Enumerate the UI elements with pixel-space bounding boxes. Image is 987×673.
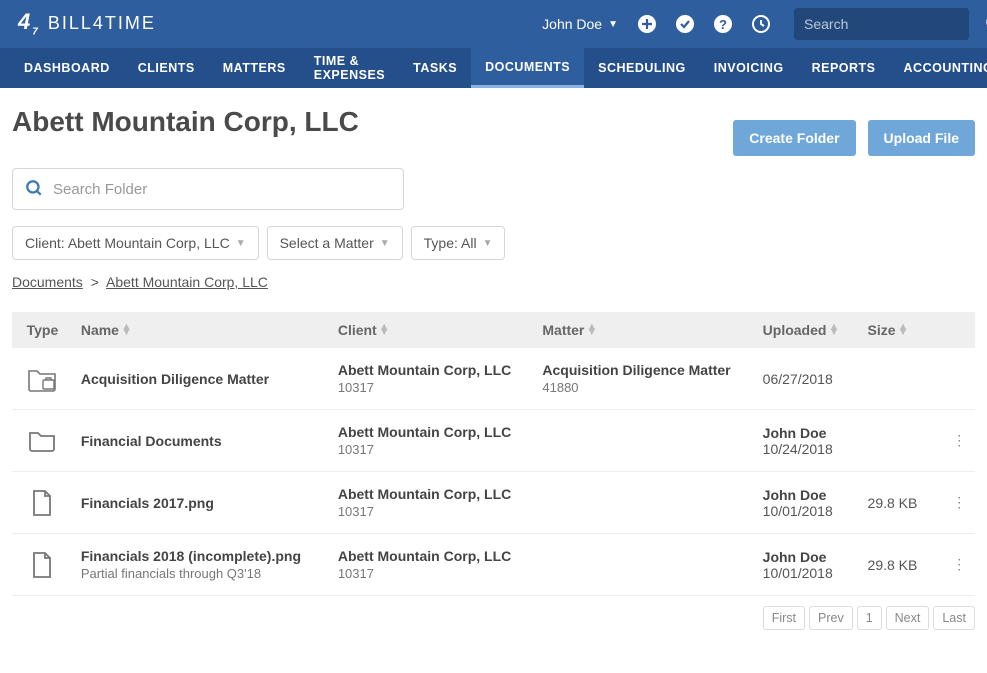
row-uploaded: 06/27/2018 xyxy=(755,348,860,410)
row-menu-icon xyxy=(943,348,975,410)
nav-accounting[interactable]: ACCOUNTING xyxy=(890,48,987,88)
top-bar: 47 BILL4TIME John Doe ▼ ? xyxy=(0,0,987,48)
documents-table: Type Name▲▼ Client▲▼ Matter▲▼ Uploaded▲▼… xyxy=(12,312,975,596)
nav-tasks[interactable]: TASKS xyxy=(399,48,471,88)
row-uploaded: John Doe10/01/2018 xyxy=(755,472,860,534)
check-icon[interactable] xyxy=(674,13,696,35)
sort-icon: ▲▼ xyxy=(898,325,909,336)
caret-down-icon: ▼ xyxy=(236,238,246,249)
row-size: 29.8 KB xyxy=(860,534,944,596)
nav-documents[interactable]: DOCUMENTS xyxy=(471,48,584,88)
col-matter[interactable]: Matter▲▼ xyxy=(534,312,754,348)
caret-down-icon: ▼ xyxy=(380,238,390,249)
col-uploaded[interactable]: Uploaded▲▼ xyxy=(755,312,860,348)
col-size[interactable]: Size▲▼ xyxy=(860,312,944,348)
user-menu[interactable]: John Doe ▼ xyxy=(542,16,618,32)
row-name[interactable]: Financials 2018 (incomplete).pngPartial … xyxy=(73,534,330,596)
top-icons: ? xyxy=(636,13,772,35)
nav-scheduling[interactable]: SCHEDULING xyxy=(584,48,700,88)
global-search-input[interactable] xyxy=(804,16,985,32)
add-icon[interactable] xyxy=(636,13,658,35)
filter-type[interactable]: Type: All ▼ xyxy=(411,226,506,260)
filter-client[interactable]: Client: Abett Mountain Corp, LLC ▼ xyxy=(12,226,259,260)
page-first[interactable]: First xyxy=(763,606,805,630)
row-name[interactable]: Financials 2017.png xyxy=(73,472,330,534)
file-icon xyxy=(12,534,73,596)
row-client: Abett Mountain Corp, LLC10317 xyxy=(330,534,535,596)
nav-time-expenses[interactable]: TIME & EXPENSES xyxy=(300,48,399,88)
caret-down-icon: ▼ xyxy=(483,238,493,249)
breadcrumb-current[interactable]: Abett Mountain Corp, LLC xyxy=(106,274,268,290)
table-row[interactable]: Acquisition Diligence MatterAbett Mounta… xyxy=(12,348,975,410)
pagination: First Prev 1 Next Last xyxy=(12,606,975,630)
table-row[interactable]: Financials 2018 (incomplete).pngPartial … xyxy=(12,534,975,596)
row-matter xyxy=(534,472,754,534)
logo[interactable]: 47 BILL4TIME xyxy=(18,10,156,38)
folder-search-input[interactable] xyxy=(53,181,391,198)
page-next[interactable]: Next xyxy=(886,606,930,630)
row-menu-icon[interactable]: ⋮ xyxy=(943,410,975,472)
page-last[interactable]: Last xyxy=(933,606,975,630)
table-row[interactable]: Financial DocumentsAbett Mountain Corp, … xyxy=(12,410,975,472)
search-icon xyxy=(25,179,43,200)
breadcrumb-root[interactable]: Documents xyxy=(12,274,83,290)
row-name[interactable]: Financial Documents xyxy=(73,410,330,472)
row-size: 29.8 KB xyxy=(860,472,944,534)
row-client: Abett Mountain Corp, LLC10317 xyxy=(330,348,535,410)
sort-icon: ▲▼ xyxy=(586,325,597,336)
logo-glyph: 47 xyxy=(18,9,40,37)
sort-icon: ▲▼ xyxy=(828,325,839,336)
row-matter xyxy=(534,410,754,472)
main-nav: DASHBOARDCLIENTSMATTERSTIME & EXPENSESTA… xyxy=(0,48,987,88)
clock-icon[interactable] xyxy=(750,13,772,35)
row-name[interactable]: Acquisition Diligence Matter xyxy=(73,348,330,410)
page-prev[interactable]: Prev xyxy=(809,606,853,630)
folder-icon xyxy=(12,410,73,472)
row-uploaded: John Doe10/01/2018 xyxy=(755,534,860,596)
row-client: Abett Mountain Corp, LLC10317 xyxy=(330,410,535,472)
page-title: Abett Mountain Corp, LLC xyxy=(12,106,359,138)
caret-down-icon: ▼ xyxy=(608,19,618,30)
file-icon xyxy=(12,472,73,534)
nav-invoicing[interactable]: INVOICING xyxy=(700,48,798,88)
page-number[interactable]: 1 xyxy=(857,606,882,630)
col-client[interactable]: Client▲▼ xyxy=(330,312,535,348)
filter-matter[interactable]: Select a Matter ▼ xyxy=(267,226,403,260)
row-size xyxy=(860,348,944,410)
create-folder-button[interactable]: Create Folder xyxy=(733,120,855,156)
breadcrumb: Documents > Abett Mountain Corp, LLC xyxy=(12,274,975,290)
row-menu-icon[interactable]: ⋮ xyxy=(943,534,975,596)
svg-text:?: ? xyxy=(719,17,727,32)
row-matter xyxy=(534,534,754,596)
row-menu-icon[interactable]: ⋮ xyxy=(943,472,975,534)
table-row[interactable]: Financials 2017.pngAbett Mountain Corp, … xyxy=(12,472,975,534)
row-client: Abett Mountain Corp, LLC10317 xyxy=(330,472,535,534)
help-icon[interactable]: ? xyxy=(712,13,734,35)
row-size xyxy=(860,410,944,472)
row-uploaded: John Doe10/24/2018 xyxy=(755,410,860,472)
sort-icon: ▲▼ xyxy=(379,325,390,336)
upload-file-button[interactable]: Upload File xyxy=(868,120,975,156)
nav-reports[interactable]: REPORTS xyxy=(798,48,890,88)
app-name: BILL4TIME xyxy=(48,13,156,34)
page-content: Abett Mountain Corp, LLC Create Folder U… xyxy=(0,88,987,660)
matter-folder-icon xyxy=(12,348,73,410)
col-name[interactable]: Name▲▼ xyxy=(73,312,330,348)
global-search[interactable] xyxy=(794,8,969,40)
col-type[interactable]: Type xyxy=(12,312,73,348)
user-name: John Doe xyxy=(542,16,602,32)
nav-clients[interactable]: CLIENTS xyxy=(124,48,209,88)
nav-dashboard[interactable]: DASHBOARD xyxy=(10,48,124,88)
folder-search[interactable] xyxy=(12,168,404,210)
sort-icon: ▲▼ xyxy=(121,325,132,336)
row-matter: Acquisition Diligence Matter41880 xyxy=(534,348,754,410)
nav-matters[interactable]: MATTERS xyxy=(209,48,300,88)
